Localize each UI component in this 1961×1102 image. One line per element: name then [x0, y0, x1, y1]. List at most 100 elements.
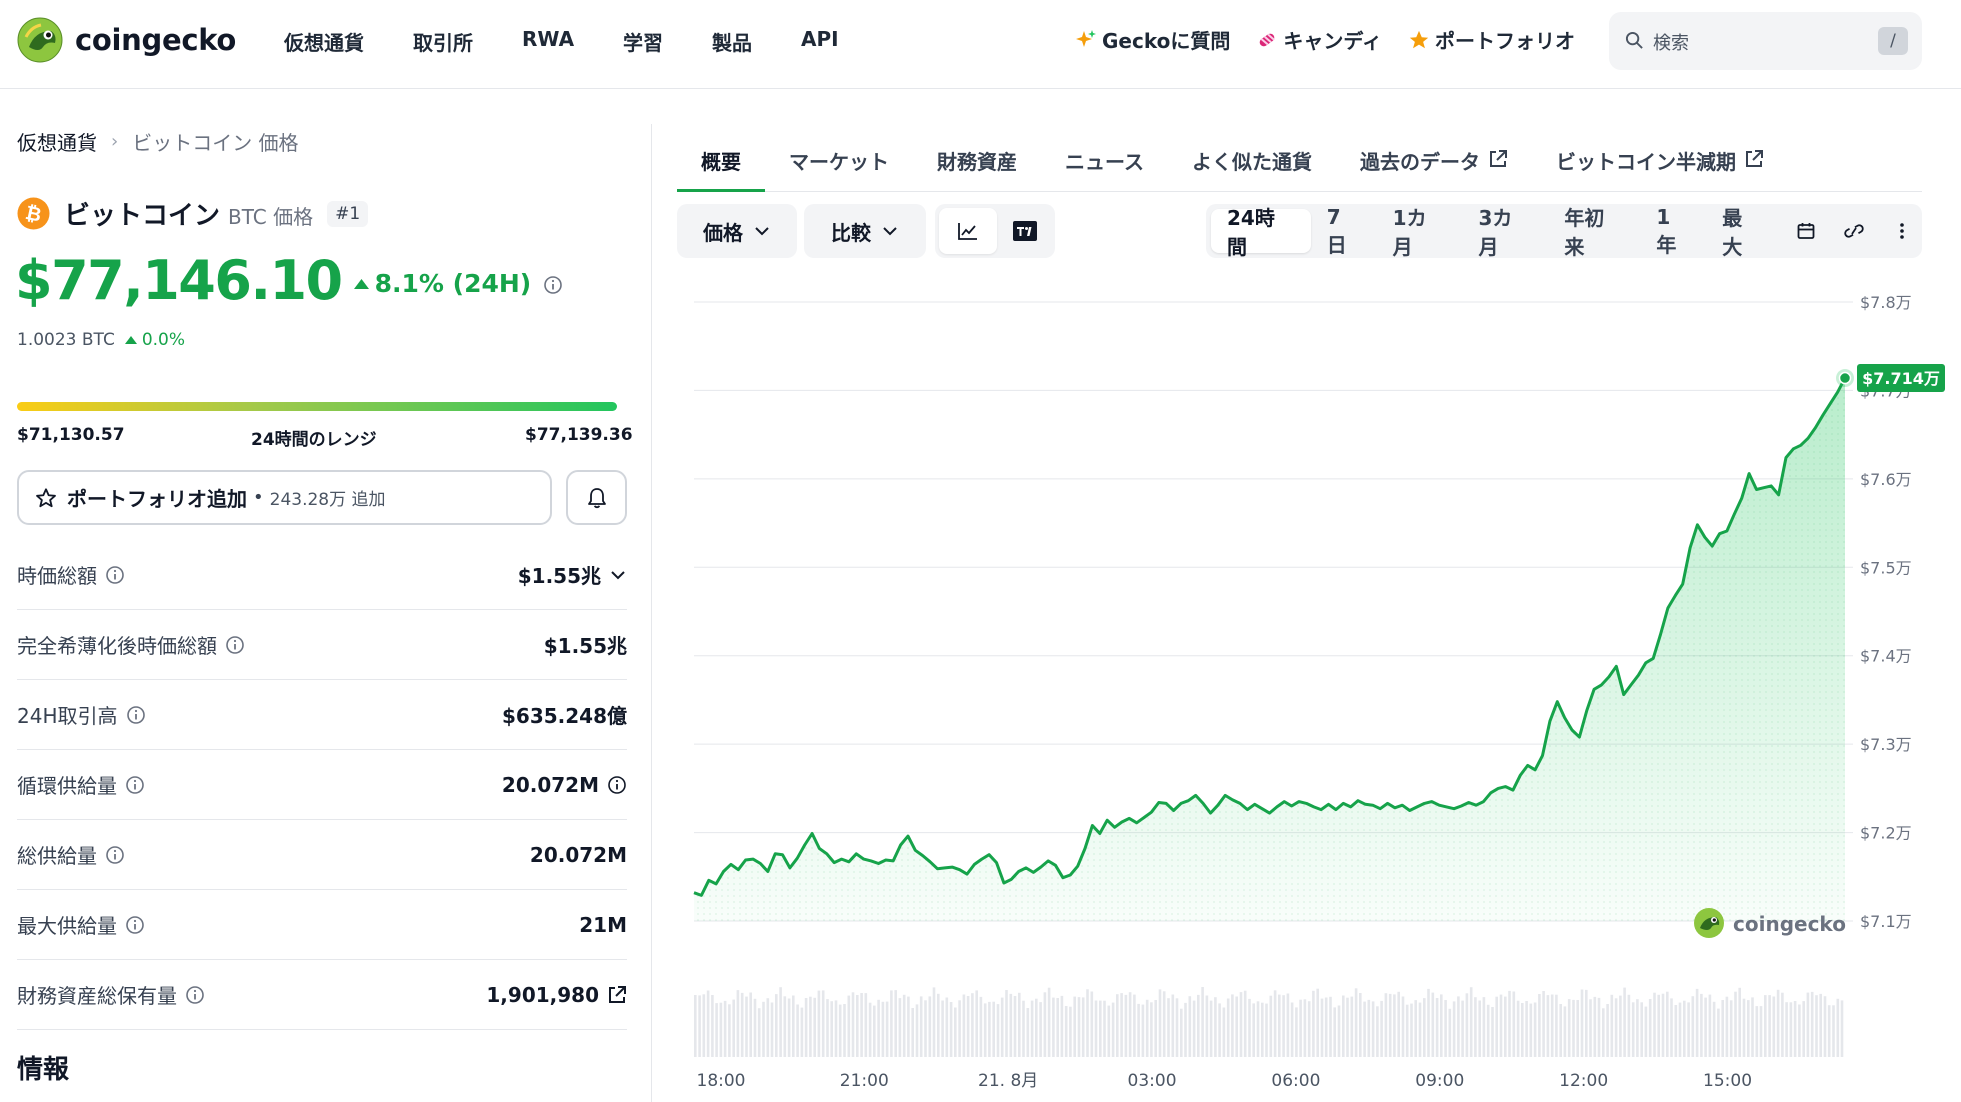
- candy-link[interactable]: キャンディ: [1256, 25, 1382, 54]
- volume-bar: [1448, 1008, 1452, 1057]
- volume-bar: [1478, 1000, 1481, 1057]
- nav-cryptocurrencies[interactable]: 仮想通貨: [284, 27, 364, 56]
- volume-bar: [1103, 1000, 1106, 1057]
- compare-dropdown[interactable]: 比較: [804, 204, 926, 258]
- info-icon[interactable]: [185, 985, 205, 1005]
- stat-label-text: 完全希薄化後時価総額: [17, 634, 217, 658]
- external-link-icon[interactable]: [607, 985, 627, 1005]
- coin-stats-list: 時価総額 $1.55兆 完全希薄化後時価総額 $1.55兆 24H取引高 $63…: [17, 540, 627, 1030]
- price-alert-button[interactable]: [566, 470, 627, 525]
- portfolio-button-label: ポートフォリオ追加: [67, 487, 247, 511]
- volume-bar: [1116, 994, 1119, 1057]
- line-chart-button[interactable]: [939, 208, 997, 254]
- info-icon[interactable]: [126, 705, 146, 725]
- more-options-button[interactable]: [1882, 209, 1922, 253]
- btc-price: 1.0023 BTC: [17, 330, 115, 350]
- search-input[interactable]: 検索 /: [1609, 12, 1922, 70]
- volume-bar: [851, 992, 855, 1057]
- stat-market-cap[interactable]: 時価総額 $1.55兆: [17, 540, 627, 610]
- stat-label: 循環供給量: [17, 770, 145, 799]
- range-max[interactable]: 最大: [1706, 206, 1778, 259]
- nav-products[interactable]: 製品: [712, 27, 752, 56]
- watermark-text: coingecko: [1733, 912, 1846, 936]
- stat-treasury-holdings[interactable]: 財務資産総保有量 1,901,980: [17, 960, 627, 1030]
- bitcoin-icon: ₿: [17, 197, 50, 230]
- volume-bar: [711, 995, 714, 1057]
- volume-bar: [1529, 1003, 1533, 1057]
- range-3m[interactable]: 3カ月: [1463, 206, 1549, 259]
- price-chart[interactable]: $7.8万$7.7万$7.6万$7.5万$7.4万$7.3万$7.2万$7.1万…: [677, 275, 1961, 1102]
- price-dropdown[interactable]: 価格: [677, 204, 797, 258]
- tab-historical-data[interactable]: 過去のデータ: [1336, 146, 1532, 192]
- btc-change-value: 0.0%: [141, 330, 186, 350]
- caret-up-icon: [124, 336, 137, 344]
- nav-learn[interactable]: 学習: [623, 27, 663, 56]
- breadcrumb-separator: ›: [111, 131, 119, 152]
- tab-halving[interactable]: ビットコイン半減期: [1532, 146, 1788, 192]
- volume-bar: [732, 999, 735, 1057]
- tab-treasuries[interactable]: 財務資産: [913, 146, 1041, 192]
- nav-rwa[interactable]: RWA: [522, 27, 574, 56]
- tab-overview[interactable]: 概要: [677, 146, 765, 192]
- volume-bar: [1214, 997, 1217, 1057]
- info-icon[interactable]: [543, 275, 563, 295]
- ask-gecko-link[interactable]: Geckoに質問: [1075, 25, 1230, 54]
- range-ytd[interactable]: 年初来: [1548, 206, 1640, 259]
- share-link-button[interactable]: [1834, 209, 1874, 253]
- tab-similar-coins[interactable]: よく似た通貨: [1168, 146, 1336, 192]
- info-icon[interactable]: [125, 775, 145, 795]
- volume-bar: [800, 1007, 804, 1057]
- volume-bar: [971, 993, 974, 1057]
- volume-bar: [1729, 1000, 1733, 1057]
- x-tick-label: 21. 8月: [978, 1071, 1038, 1091]
- volume-bar: [1619, 995, 1622, 1057]
- range-1m[interactable]: 1カ月: [1377, 206, 1463, 259]
- info-icon[interactable]: [607, 775, 627, 795]
- volume-bar: [1371, 1001, 1375, 1057]
- volume-bar: [830, 1001, 833, 1057]
- info-icon[interactable]: [105, 845, 125, 865]
- volume-bar: [1261, 1002, 1264, 1057]
- tab-news[interactable]: ニュース: [1041, 146, 1168, 192]
- portfolio-link[interactable]: ポートフォリオ: [1408, 25, 1575, 54]
- range-1y[interactable]: 1年: [1640, 205, 1706, 257]
- x-tick-label: 21:00: [840, 1071, 889, 1091]
- info-icon[interactable]: [225, 635, 245, 655]
- tradingview-button[interactable]: [997, 208, 1053, 254]
- info-icon[interactable]: [125, 915, 145, 935]
- calendar-button[interactable]: [1786, 209, 1826, 253]
- add-to-portfolio-button[interactable]: ポートフォリオ追加 • 243.28万 追加: [17, 470, 552, 525]
- breadcrumb-root[interactable]: 仮想通貨: [17, 127, 97, 156]
- volume-bar: [1094, 1000, 1098, 1057]
- volume-bar: [1073, 996, 1076, 1057]
- tab-markets[interactable]: マーケット: [765, 146, 913, 192]
- volume-bar: [1120, 993, 1123, 1057]
- range-7d[interactable]: 7日: [1311, 205, 1377, 257]
- volume-bar: [817, 990, 821, 1057]
- volume-bar: [719, 1002, 723, 1057]
- volume-bar: [715, 1003, 718, 1057]
- range-high: $77,139.36: [525, 425, 633, 445]
- stat-value-text: 20.072M: [501, 772, 599, 797]
- price-change-value: 8.1% (24H): [374, 269, 532, 298]
- volume-bar: [1585, 989, 1588, 1057]
- volume-bar: [1367, 999, 1371, 1057]
- range-24h[interactable]: 24時間: [1211, 206, 1311, 259]
- info-icon[interactable]: [105, 565, 125, 585]
- volume-bar: [766, 998, 770, 1057]
- volume-bar: [1081, 997, 1085, 1057]
- volume-bar: [1239, 992, 1243, 1057]
- volume-bar: [1674, 1005, 1678, 1057]
- coin-tabs: 概要 マーケット 財務資産 ニュース よく似た通貨 過去のデータ ビットコイン半…: [677, 146, 1922, 192]
- volume-bar: [996, 1004, 1000, 1057]
- coingecko-logo[interactable]: coingecko: [17, 17, 236, 63]
- nav-api[interactable]: API: [801, 27, 839, 56]
- volume-bar: [962, 994, 966, 1057]
- volume-bar: [1180, 1008, 1183, 1057]
- nav-exchanges[interactable]: 取引所: [413, 27, 473, 56]
- volume-bar: [1188, 996, 1192, 1057]
- stat-total-supply: 総供給量 20.072M: [17, 820, 627, 890]
- external-link-icon: [1490, 150, 1507, 167]
- volume-bar: [698, 995, 701, 1057]
- chevron-down-icon[interactable]: [609, 566, 627, 584]
